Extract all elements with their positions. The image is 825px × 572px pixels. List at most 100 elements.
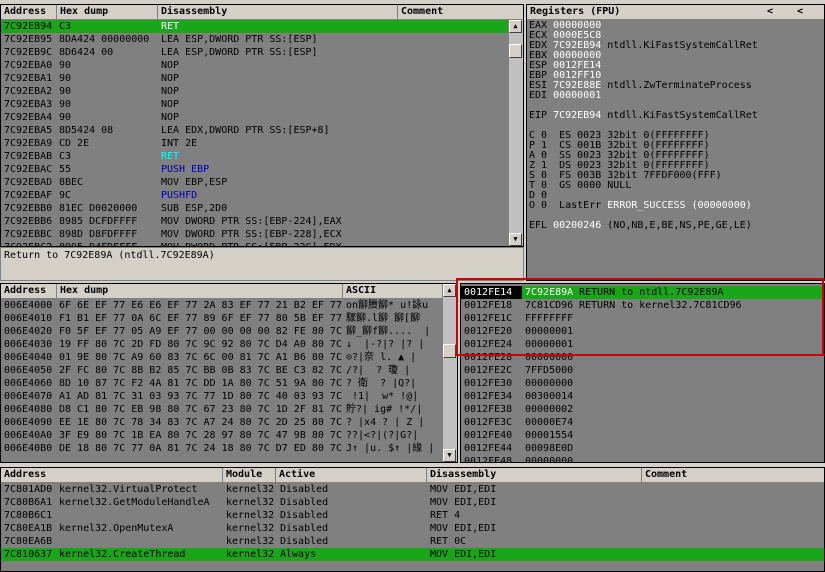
dump-address: 006E4050 — [4, 365, 53, 376]
disasm-row[interactable]: 7C92EBA0 90 NOP — [1, 59, 509, 72]
dump-col-header-ascii[interactable]: ASCII — [343, 284, 445, 299]
dump-row[interactable]: 006E4050 2F FC 80 7C 8B B2 85 7C BB 0B 83… — [1, 364, 443, 377]
breakpoint-row[interactable]: 7C801AD0 kernel32.VirtualProtect kernel32 D… — [1, 483, 824, 496]
register-text: ntdll.KiFastSystemCallRet — [601, 110, 758, 121]
instr-address: 7C92EB9C — [4, 47, 53, 58]
col-header-hex-dump[interactable]: Hex dump — [57, 5, 158, 20]
bp-address: 7C80B6C1 — [4, 510, 53, 521]
stack-address: 0012FE2C — [461, 364, 522, 377]
breakpoint-row[interactable]: 7C80B6A1 kernel32.GetModuleHandleA kernel3… — [1, 496, 824, 509]
dump-row[interactable]: 006E4080 D8 C1 80 7C EB 98 80 7C 67 23 80… — [1, 403, 443, 416]
prev-view-icon[interactable]: < — [767, 5, 773, 19]
dump-hex: 8D 10 87 7C F2 4A 81 7C DD 1A 80 7C 51 9… — [59, 378, 342, 389]
dump-row[interactable]: 006E40B0 DE 18 80 7C 77 0A 81 7C 24 18 80… — [1, 442, 443, 455]
dump-pane[interactable]: Address Hex dump ASCII 006E4000 6F 6E EF … — [0, 283, 458, 463]
cpu-disassembly-pane[interactable]: Address Hex dump Disassembly Comment 7C9… — [0, 4, 524, 247]
dump-scrollbar[interactable]: ▲ ▼ — [442, 284, 457, 462]
disasm-row[interactable]: 7C92EBA4 90 NOP — [1, 111, 509, 124]
dump-col-header-address[interactable]: Address — [1, 284, 57, 299]
scroll-up-icon[interactable]: ▲ — [509, 20, 522, 33]
stack-row[interactable]: 0012FE40 00001554 — [461, 429, 824, 442]
register-text: 00000001 — [553, 90, 602, 101]
dump-address: 006E4090 — [4, 417, 53, 428]
instr-text: NOP — [161, 86, 180, 97]
registers-title[interactable]: Registers (FPU) < < — [527, 5, 824, 20]
scroll-up-icon[interactable]: ▲ — [443, 284, 456, 297]
next-view-icon[interactable]: < — [797, 5, 803, 19]
disasm-row[interactable]: 7C92EBA9 CD 2E INT 2E — [1, 137, 509, 150]
dump-row[interactable]: 006E4040 01 9E 80 7C A9 60 83 7C 6C 00 81… — [1, 351, 443, 364]
instr-hex: 55 — [59, 164, 72, 175]
dump-row[interactable]: 006E4060 8D 10 87 7C F2 4A 81 7C DD 1A 80… — [1, 377, 443, 390]
register-text: EIP — [529, 110, 554, 121]
disasm-row[interactable]: 7C92EBAC 55 PUSH EBP — [1, 163, 509, 176]
disasm-row[interactable]: 7C92EBBC 898D D8FDFFFF MOV DWORD PTR SS:[E… — [1, 228, 509, 241]
bp-col-header-comment[interactable]: Comment — [642, 468, 824, 483]
scroll-down-icon[interactable]: ▼ — [443, 449, 456, 462]
disasm-row[interactable]: 7C92EBA2 90 NOP — [1, 85, 509, 98]
disasm-row[interactable]: 7C92EBAD 8BEC MOV EBP,ESP — [1, 176, 509, 189]
breakpoint-row[interactable]: 7C80EA6B kernel32 Disabled RET 0C — [1, 535, 824, 548]
register-line[interactable]: EDI 00000001 — [529, 91, 601, 101]
stack-row[interactable]: 0012FE2C 7FFD5000 — [461, 364, 824, 377]
dump-ascii: J↑ |u. $↑ |緣 | — [346, 443, 435, 454]
dump-row[interactable]: 006E4010 F1 B1 EF 77 0A 6C EF 77 89 6F EF… — [1, 312, 443, 325]
disasm-row[interactable]: 7C92EB94 C3 RET — [1, 20, 509, 33]
register-line[interactable]: O 0 LastErr ERROR_SUCCESS (00000000) — [529, 201, 752, 211]
stack-row[interactable]: 0012FE30 00000000 — [461, 377, 824, 390]
disasm-row[interactable]: 7C92EBA1 90 NOP — [1, 72, 509, 85]
stack-address: 0012FE38 — [461, 403, 522, 416]
cpu-scrollbar[interactable]: ▲ ▼ — [508, 20, 523, 246]
register-text: ERROR_SUCCESS (00000000) — [607, 200, 752, 211]
bp-name: kernel32.VirtualProtect — [59, 484, 198, 495]
breakpoint-row[interactable]: 7C80B6C1 kernel32 Disabled RET 4 — [1, 509, 824, 522]
bp-address: 7C80EA1B — [4, 523, 53, 534]
dump-row[interactable]: 006E4090 EE 1E 80 7C 78 34 83 7C A7 24 80… — [1, 416, 443, 429]
dump-hex: D8 C1 80 7C EB 98 80 7C 67 23 80 7C 1D 2… — [59, 404, 342, 415]
dump-col-header-hex[interactable]: Hex dump — [57, 284, 343, 299]
stack-row[interactable]: 0012FE38 00000002 — [461, 403, 824, 416]
bp-module: kernel32 — [226, 536, 275, 547]
stack-row[interactable]: 0012FE48 00000000 — [461, 455, 824, 462]
disasm-row[interactable]: 7C92EBAB C3 RET — [1, 150, 509, 163]
breakpoint-row[interactable]: 7C810637 kernel32.CreateThread kernel32 Alw… — [1, 548, 824, 561]
registers-pane[interactable]: Registers (FPU) < < EAX 00000000 ECX 0000… — [526, 4, 825, 281]
scroll-down-icon[interactable]: ▼ — [509, 233, 522, 246]
disasm-row[interactable]: 7C92EBB0 81EC D0020000 SUB ESP,2D0 — [1, 202, 509, 215]
bp-col-header-module[interactable]: Module — [223, 468, 276, 483]
dump-hex: A1 AD 81 7C 31 03 93 7C 77 1D 80 7C 40 0… — [59, 391, 342, 402]
dump-ascii: ↓ |-?|? |? | — [346, 339, 425, 350]
stack-row[interactable]: 0012FE34 00300014 — [461, 390, 824, 403]
col-header-comment[interactable]: Comment — [398, 5, 523, 20]
disasm-row[interactable]: 7C92EB9C 8D6424 00 LEA ESP,DWORD PTR SS:[E… — [1, 46, 509, 59]
register-line[interactable]: EFL 00200246 (NO,NB,E,BE,NS,PE,GE,LE) — [529, 221, 752, 231]
bp-col-header-disassembly[interactable]: Disassembly — [427, 468, 642, 483]
disasm-row[interactable]: 7C92EBA5 8D5424 08 LEA EDX,DWORD PTR SS:[E… — [1, 124, 509, 137]
register-line[interactable]: EIP 7C92EB94 ntdll.KiFastSystemCallRet — [529, 111, 758, 121]
stack-row[interactable]: 0012FE44 00098E0D — [461, 442, 824, 455]
dump-row[interactable]: 006E4030 19 FF 80 7C 2D FD 80 7C 9C 92 80… — [1, 338, 443, 351]
stack-row[interactable]: 0012FE3C 00000E74 — [461, 416, 824, 429]
breakpoint-row[interactable]: 7C80EA1B kernel32.OpenMutexA kernel32 Disab… — [1, 522, 824, 535]
disasm-row[interactable]: 7C92EBB6 8985 DCFDFFFF MOV DWORD PTR SS:[E… — [1, 215, 509, 228]
dump-address: 006E4060 — [4, 378, 53, 389]
dump-address: 006E40A0 — [4, 430, 53, 441]
disasm-row[interactable]: 7C92EB95 8DA424 00000000 LEA ESP,DWORD PTR… — [1, 33, 509, 46]
highlight-box — [456, 278, 824, 356]
bp-active: Disabled — [280, 484, 329, 495]
dump-row[interactable]: 006E4020 F0 5F EF 77 05 A9 EF 77 00 00 00… — [1, 325, 443, 338]
col-header-address[interactable]: Address — [1, 5, 57, 20]
scroll-thumb[interactable] — [443, 344, 456, 358]
scroll-thumb[interactable] — [509, 44, 522, 58]
instr-address: 7C92EBA5 — [4, 125, 53, 136]
bp-col-header-active[interactable]: Active — [276, 468, 427, 483]
breakpoints-pane[interactable]: Address Module Active Disassembly Commen… — [0, 467, 825, 572]
dump-row[interactable]: 006E4070 A1 AD 81 7C 31 03 93 7C 77 1D 80… — [1, 390, 443, 403]
dump-row[interactable]: 006E40A0 3F E9 80 7C 1B EA 80 7C 28 97 80… — [1, 429, 443, 442]
disasm-row[interactable]: 7C92EBAF 9C PUSHFD — [1, 189, 509, 202]
col-header-disassembly[interactable]: Disassembly — [158, 5, 398, 20]
cpu-info-text: Return to 7C92E89A (ntdll.7C92E89A) — [4, 250, 215, 261]
bp-col-header-address[interactable]: Address — [1, 468, 223, 483]
dump-row[interactable]: 006E4000 6F 6E EF 77 E6 E6 EF 77 2A 83 EF… — [1, 299, 443, 312]
disasm-row[interactable]: 7C92EBA3 90 NOP — [1, 98, 509, 111]
